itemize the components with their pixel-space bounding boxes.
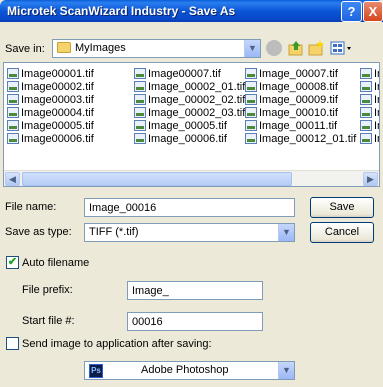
send-image-checkbox[interactable]: [6, 337, 19, 350]
list-item[interactable]: Image_00005.tif: [134, 119, 245, 132]
photoshop-icon: Ps: [89, 364, 103, 378]
start-file-input[interactable]: [128, 313, 262, 330]
list-item[interactable]: In: [360, 132, 379, 145]
save-as-type-value: TIFF (*.tif): [89, 226, 139, 238]
file-name-label: File name:: [5, 201, 57, 213]
list-item[interactable]: Image_00010.tif: [245, 106, 356, 119]
auto-filename-label: Auto filename: [22, 257, 90, 269]
tif-file-icon: [134, 68, 146, 79]
view-menu-icon[interactable]: [330, 39, 354, 57]
file-prefix-input[interactable]: [128, 282, 262, 299]
tif-file-icon: [360, 94, 372, 105]
list-item[interactable]: Image_00008.tif: [245, 80, 356, 93]
tif-file-icon: [7, 81, 19, 92]
tif-file-icon: [134, 94, 146, 105]
list-item[interactable]: Image00007.tif: [134, 67, 245, 80]
save-in-combo[interactable]: MyImages ▼: [52, 39, 261, 58]
list-item[interactable]: Image_00007.tif: [245, 67, 356, 80]
file-column-4: In In In In In In: [360, 67, 379, 145]
list-item[interactable]: Image_00006.tif: [134, 132, 245, 145]
help-button[interactable]: ?: [341, 1, 362, 22]
list-item[interactable]: In: [360, 106, 379, 119]
tif-file-icon: [360, 120, 372, 131]
file-name-input[interactable]: [85, 199, 294, 216]
application-combo[interactable]: Ps Adobe Photoshop ▼: [84, 361, 295, 380]
tif-file-icon: [134, 133, 146, 144]
file-prefix-label: File prefix:: [22, 284, 73, 296]
list-item[interactable]: Image_00012_01.tif: [245, 132, 356, 145]
list-item[interactable]: Image00004.tif: [7, 106, 94, 119]
tif-file-icon: [7, 120, 19, 131]
chevron-down-icon[interactable]: ▼: [278, 224, 294, 241]
list-item[interactable]: Image00003.tif: [7, 93, 94, 106]
save-as-type-label: Save as type:: [5, 226, 72, 238]
list-item[interactable]: Image00001.tif: [7, 67, 94, 80]
scroll-right-icon[interactable]: ▶: [363, 172, 378, 186]
file-column-3: Image_00007.tif Image_00008.tif Image_00…: [245, 67, 356, 145]
horizontal-scrollbar[interactable]: ◀ ▶: [4, 170, 379, 186]
cancel-button[interactable]: Cancel: [310, 222, 374, 243]
list-item[interactable]: In: [360, 93, 379, 106]
tif-file-icon: [245, 68, 257, 79]
tif-file-icon: [360, 81, 372, 92]
file-list[interactable]: Image00001.tif Image00002.tif Image00003…: [3, 62, 380, 187]
list-item[interactable]: In: [360, 67, 379, 80]
save-button[interactable]: Save: [310, 197, 374, 218]
file-name-field[interactable]: [84, 198, 295, 217]
tif-file-icon: [245, 120, 257, 131]
new-folder-icon[interactable]: [308, 39, 324, 57]
list-item[interactable]: In: [360, 80, 379, 93]
list-item[interactable]: Image_00002_01.tif: [134, 80, 245, 93]
file-prefix-field[interactable]: [127, 281, 263, 300]
list-item[interactable]: Image00002.tif: [7, 80, 94, 93]
start-file-field[interactable]: [127, 312, 263, 331]
tif-file-icon: [134, 120, 146, 131]
list-item[interactable]: Image_00002_02.tif: [134, 93, 245, 106]
chevron-down-icon[interactable]: ▼: [244, 40, 260, 57]
send-image-label: Send image to application after saving:: [22, 338, 212, 350]
tif-file-icon: [7, 107, 19, 118]
tif-file-icon: [7, 133, 19, 144]
file-column-2: Image00007.tif Image_00002_01.tif Image_…: [134, 67, 245, 145]
scroll-thumb[interactable]: [22, 172, 292, 186]
folder-icon: [57, 42, 71, 53]
title-bar: Microtek ScanWizard Industry - Save As ?…: [0, 0, 383, 22]
back-icon[interactable]: [266, 40, 282, 56]
up-folder-icon[interactable]: [288, 39, 304, 57]
tif-file-icon: [7, 68, 19, 79]
save-in-label: Save in:: [5, 43, 45, 55]
window-title: Microtek ScanWizard Industry - Save As: [7, 4, 236, 18]
application-value: Adobe Photoshop: [141, 364, 229, 376]
list-item[interactable]: Image00005.tif: [7, 119, 94, 132]
tif-file-icon: [360, 107, 372, 118]
auto-filename-checkbox[interactable]: ✔: [6, 256, 19, 269]
save-as-type-combo[interactable]: TIFF (*.tif) ▼: [84, 223, 295, 242]
chevron-down-icon[interactable]: ▼: [278, 362, 294, 379]
save-in-value: MyImages: [75, 42, 126, 54]
list-item[interactable]: In: [360, 119, 379, 132]
tif-file-icon: [360, 133, 372, 144]
start-file-label: Start file #:: [22, 315, 75, 327]
scroll-left-icon[interactable]: ◀: [5, 172, 20, 186]
tif-file-icon: [134, 81, 146, 92]
tif-file-icon: [245, 94, 257, 105]
tif-file-icon: [134, 107, 146, 118]
list-item[interactable]: Image00006.tif: [7, 132, 94, 145]
tif-file-icon: [245, 133, 257, 144]
list-item[interactable]: Image_00011.tif: [245, 119, 356, 132]
list-item[interactable]: Image_00009.tif: [245, 93, 356, 106]
list-item[interactable]: Image_00002_03.tif: [134, 106, 245, 119]
tif-file-icon: [245, 107, 257, 118]
file-column-1: Image00001.tif Image00002.tif Image00003…: [7, 67, 94, 145]
tif-file-icon: [7, 94, 19, 105]
close-button[interactable]: X: [363, 1, 383, 22]
tif-file-icon: [245, 81, 257, 92]
tif-file-icon: [360, 68, 372, 79]
